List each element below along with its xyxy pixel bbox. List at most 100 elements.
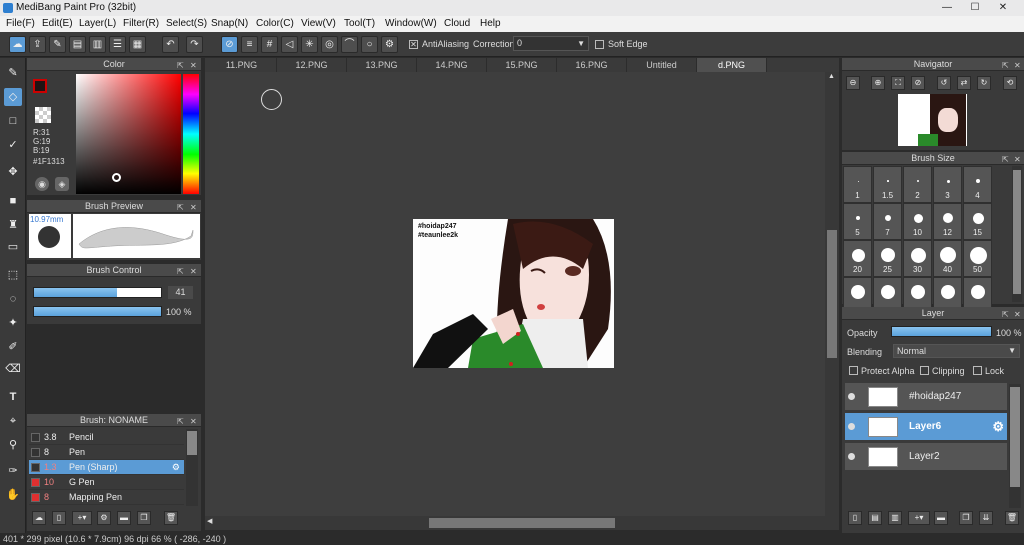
divide-tool-icon[interactable]: ⌖ [4,412,22,430]
undock-icon[interactable]: ⇱ [1002,153,1009,166]
navigator-thumbnail[interactable] [898,94,967,146]
color-history-icon[interactable]: ◈ [55,177,69,191]
scroll-left-icon[interactable]: ◀ [207,517,212,525]
pipette-tool-icon[interactable]: ✑ [4,462,22,480]
menu-color[interactable]: Color(C) [256,18,294,29]
brush-list-item[interactable]: 3.8 Pencil [29,430,184,445]
brush-size-scroll-thumb[interactable] [1013,170,1021,294]
layer-settings-icon[interactable]: ⚙ [992,419,1004,435]
antialiasing-checkbox[interactable]: ✕ [409,40,418,49]
gradient-tool-icon[interactable]: ▭ [4,238,22,256]
document-tab[interactable]: 12.PNG [277,58,347,72]
document-tab[interactable]: 13.PNG [347,58,417,72]
brush-size-option[interactable]: 3 [933,166,962,203]
folder-icon[interactable]: ▬ [117,511,131,525]
hand-tool-icon[interactable]: ✋ [4,486,22,504]
brush-size-option[interactable]: 2 [903,166,932,203]
menu-tool[interactable]: Tool(T) [344,18,375,29]
menu-window[interactable]: Window(W) [385,18,437,29]
cloud-icon[interactable]: ☁ [9,36,26,53]
brush-size-option[interactable]: 10 [903,203,932,240]
close-icon[interactable]: ✕ [190,415,197,428]
brush-size-option[interactable]: 50 [963,240,992,277]
new-halftone-layer-icon[interactable]: ▤ [868,511,882,525]
duplicate-layer-icon[interactable]: ❐ [959,511,973,525]
visibility-eye-icon[interactable] [848,453,855,460]
duplicate-brush-icon[interactable]: ❐ [137,511,151,525]
document-tab[interactable]: 15.PNG [487,58,557,72]
document-tab[interactable]: 14.PNG [417,58,487,72]
brush-size-option[interactable]: 1 [843,166,872,203]
comment-icon[interactable]: ✎ [49,36,66,53]
brush-size-slider[interactable] [33,287,162,298]
radial-snap-icon[interactable]: ✳ [301,36,318,53]
actual-size-icon[interactable]: ⊘ [911,76,925,90]
vertical-scrollbar[interactable]: ▲ [825,72,839,516]
close-icon[interactable]: ✕ [190,265,197,278]
menu-cloud[interactable]: Cloud [444,18,470,29]
select-tool-icon[interactable]: ⬚ [4,266,22,284]
protect-alpha-checkbox[interactable] [849,366,858,375]
layer-row[interactable]: Layer2 [845,443,1007,471]
grid-icon[interactable]: ▦ [129,36,146,53]
share-icon[interactable]: ⇪ [29,36,46,53]
color-picker-cursor[interactable] [112,173,121,182]
hue-slider[interactable] [183,74,199,194]
pen-tool-icon[interactable]: ✓ [4,136,22,154]
brush-list-scrollbar[interactable] [186,429,198,506]
layer-folder-icon[interactable]: ▬ [934,511,948,525]
dot-tool-icon[interactable]: □ [4,112,22,130]
clipping-checkbox[interactable] [920,366,929,375]
brush-list-item[interactable]: 8 Mapping Pen [29,490,184,505]
delete-brush-icon[interactable]: 🗑 [164,511,178,525]
parallel-snap-icon[interactable]: ≡ [241,36,258,53]
brush-list-scroll-thumb[interactable] [187,431,197,455]
primary-color-swatch[interactable] [33,79,47,93]
menu-help[interactable]: Help [480,18,501,29]
undock-icon[interactable]: ⇱ [177,59,184,72]
fit-icon[interactable]: ⛶ [891,76,905,90]
saturation-value-picker[interactable] [76,74,181,194]
rotate-left-icon[interactable]: ↺ [937,76,951,90]
text-tool-icon[interactable]: T [4,388,22,406]
vanishing-point-icon[interactable]: ◁ [281,36,298,53]
undock-icon[interactable]: ⇱ [1002,308,1009,321]
undo-icon[interactable]: ↶ [162,36,179,53]
undock-icon[interactable]: ⇱ [177,415,184,428]
menu-layer[interactable]: Layer(L) [79,18,116,29]
move-tool-icon[interactable]: ✥ [4,163,22,181]
correction-select[interactable]: 0 ▼ [513,36,589,51]
undock-icon[interactable]: ⇱ [177,265,184,278]
menu-edit[interactable]: Edit(E) [42,18,73,29]
lock-checkbox[interactable] [973,366,982,375]
horizontal-scroll-thumb[interactable] [429,518,615,528]
layer-opacity-slider[interactable] [891,326,992,337]
select-eraser-tool-icon[interactable]: ⌫ [4,360,22,378]
undock-icon[interactable]: ⇱ [177,201,184,214]
minimize-button[interactable]: — [940,2,954,13]
reset-rotation-icon[interactable]: ⟲ [1003,76,1017,90]
menu-snap[interactable]: Snap(N) [211,18,248,29]
close-icon[interactable]: ✕ [1014,308,1021,321]
brush-settings-icon[interactable]: ⚙ [97,511,111,525]
secondary-color-swatch[interactable] [35,107,51,123]
brush-list-item[interactable]: 1.3 Pen (Sharp) ⚙ [29,460,184,475]
lasso-tool-icon[interactable]: ◌ [4,290,22,308]
document-tab[interactable]: Untitled [627,58,697,72]
chat-icon[interactable]: ▤ [69,36,86,53]
delete-layer-icon[interactable]: 🗑 [1005,511,1019,525]
circle-snap-icon[interactable]: ◎ [321,36,338,53]
brush-size-option[interactable]: 7 [873,203,902,240]
brush-size-option[interactable]: 20 [843,240,872,277]
menu-filter[interactable]: Filter(R) [123,18,159,29]
new-brush-icon[interactable]: ▯ [52,511,66,525]
new-8bit-layer-icon[interactable]: ▥ [888,511,902,525]
layer-row[interactable]: #hoidap247 [845,383,1007,411]
document-tab[interactable]: 16.PNG [557,58,627,72]
merge-layer-icon[interactable]: ⇊ [979,511,993,525]
menu-select[interactable]: Select(S) [166,18,207,29]
brush-size-option[interactable]: 40 [933,240,962,277]
blending-select[interactable]: Normal ▼ [893,344,1020,358]
brush-size-option[interactable]: 25 [873,240,902,277]
brush-size-option[interactable]: 15 [963,203,992,240]
